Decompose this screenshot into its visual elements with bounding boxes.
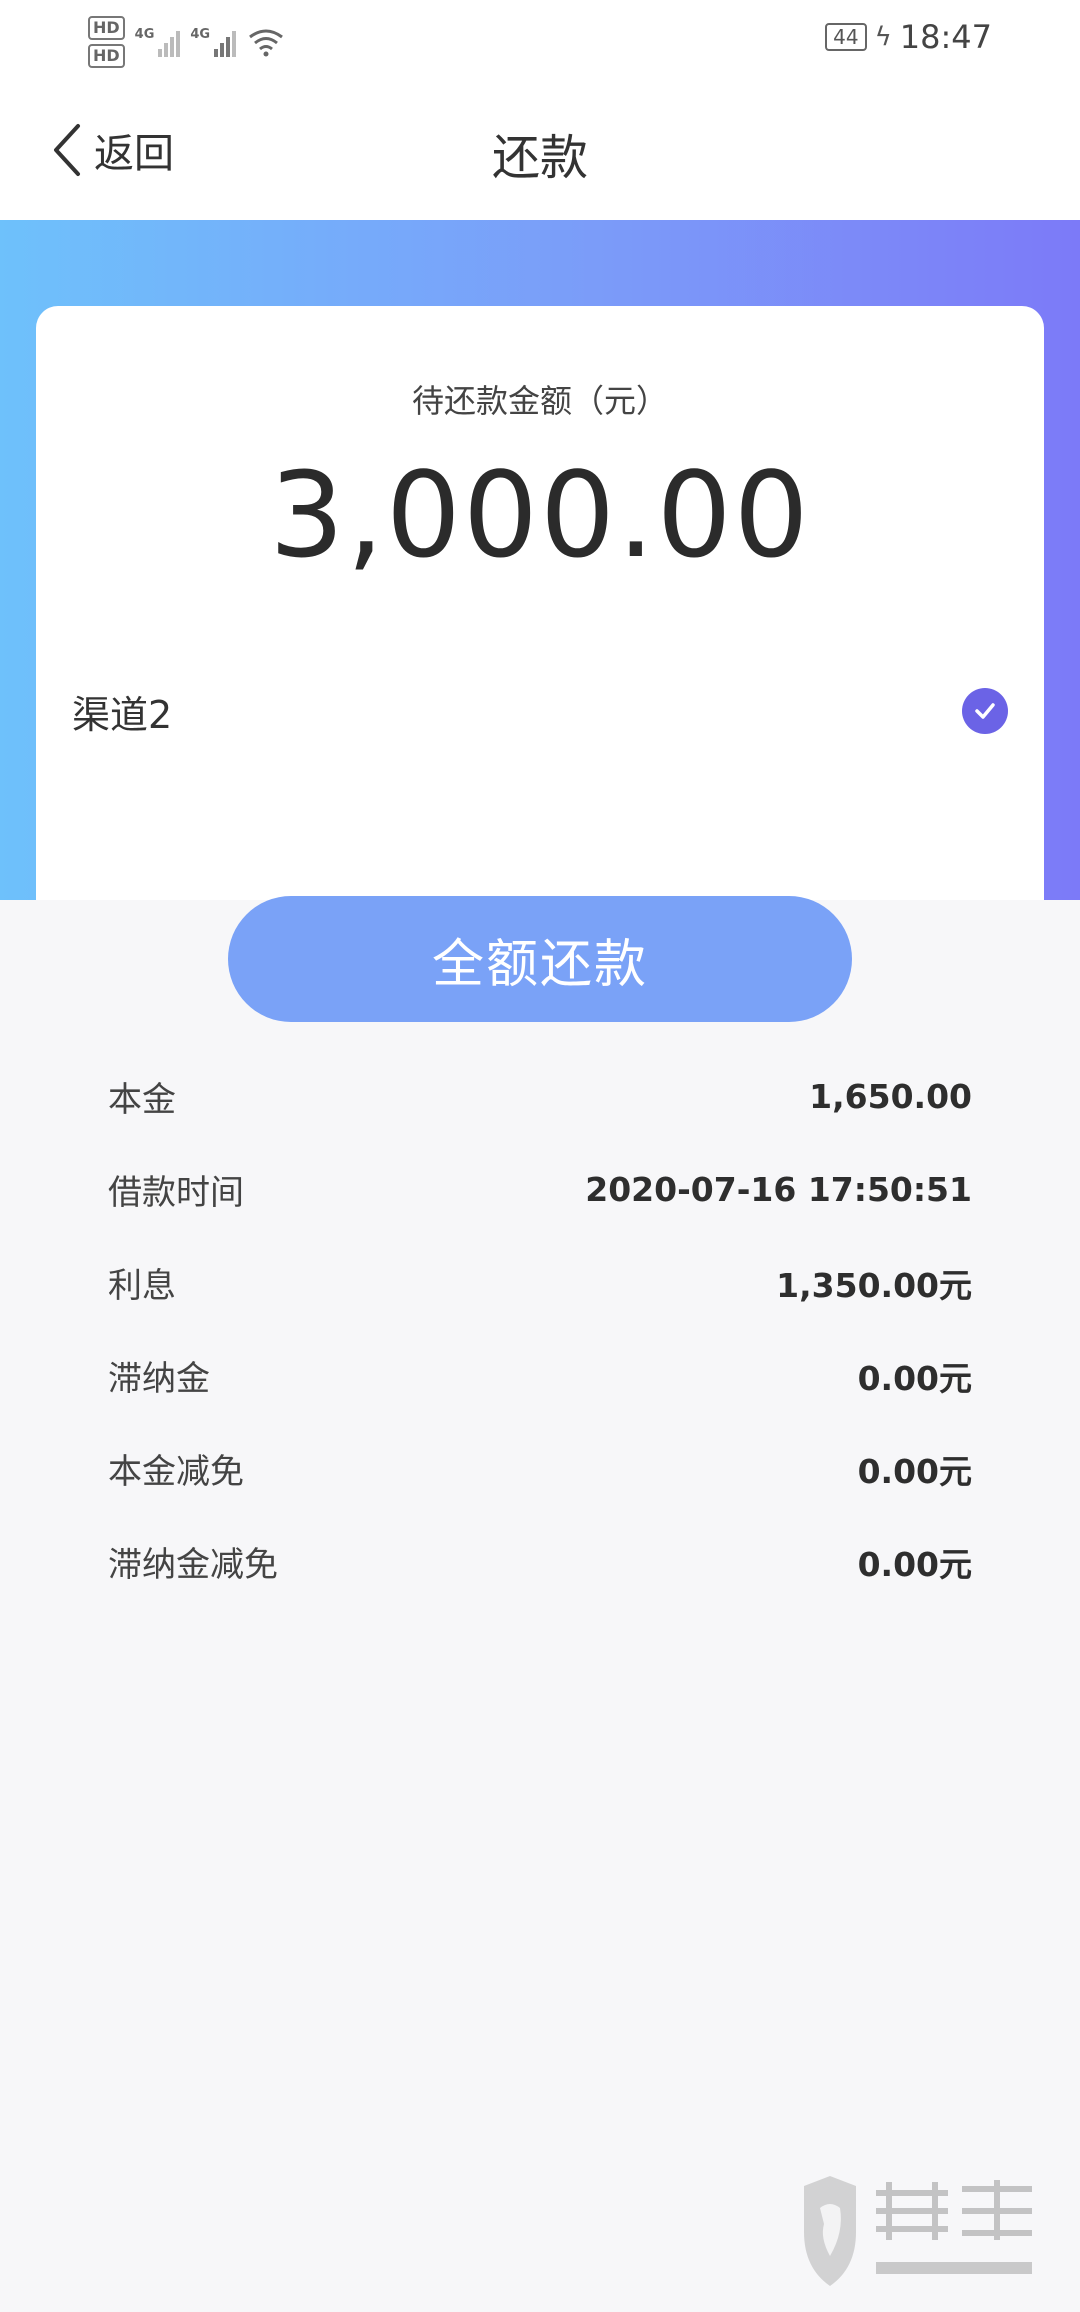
battery-icon: 44 xyxy=(825,23,867,51)
detail-value: 0.00元 xyxy=(857,1451,972,1491)
network-type-1: 4G xyxy=(134,27,155,42)
hd-badge-1: HD xyxy=(88,16,125,40)
amount-label: 待还款金额（元） xyxy=(411,382,668,420)
detail-row-principal: 本金 1,650.00 xyxy=(108,1050,972,1143)
check-icon[interactable] xyxy=(962,688,1008,734)
channel-option[interactable]: 渠道2 xyxy=(72,676,1008,746)
detail-label: 滞纳金减免 xyxy=(108,1545,278,1585)
detail-value: 0.00元 xyxy=(857,1358,972,1398)
black-cat-watermark-logo xyxy=(804,2176,1032,2286)
detail-label: 借款时间 xyxy=(108,1173,244,1213)
detail-label: 滞纳金 xyxy=(108,1359,210,1399)
detail-label: 利息 xyxy=(108,1266,176,1306)
amount-value: 3,000.00 xyxy=(269,446,811,584)
detail-row-principal-waiver: 本金减免 0.00元 xyxy=(108,1422,972,1515)
repayment-details: 本金 1,650.00 借款时间 2020-07-16 17:50:51 利息 … xyxy=(108,1050,972,1608)
charging-icon: ϟ xyxy=(874,22,892,52)
hd-badge-2: HD xyxy=(88,44,125,68)
nav-bar: 返回 还款 xyxy=(0,80,1080,220)
detail-row-loan-time: 借款时间 2020-07-16 17:50:51 xyxy=(108,1143,972,1236)
full-repayment-button[interactable]: 全额还款 xyxy=(228,896,852,1022)
detail-row-interest: 利息 1,350.00元 xyxy=(108,1236,972,1329)
page-title: 还款 xyxy=(491,130,588,186)
amount-card: 待还款金额（元） 3,000.00 渠道2 xyxy=(36,306,1044,900)
sim-indicators: HD HD xyxy=(88,16,125,68)
detail-value: 0.00元 xyxy=(857,1544,972,1584)
detail-label: 本金 xyxy=(108,1080,176,1120)
detail-value: 2020-07-16 17:50:51 xyxy=(585,1170,972,1209)
detail-row-late-fee: 滞纳金 0.00元 xyxy=(108,1329,972,1422)
signal-icon-1: 4G xyxy=(135,27,181,57)
status-bar: HD HD 4G 4G 44 ϟ 18:47 xyxy=(0,0,1080,80)
detail-value: 1,350.00元 xyxy=(776,1265,972,1305)
detail-label: 本金减免 xyxy=(108,1452,244,1492)
signal-icon-2: 4G xyxy=(190,27,237,57)
network-type-2: 4G xyxy=(190,27,211,42)
detail-value: 1,650.00 xyxy=(809,1077,972,1116)
detail-row-late-fee-waiver: 滞纳金减免 0.00元 xyxy=(108,1515,972,1608)
status-right: 44 ϟ 18:47 xyxy=(825,18,992,56)
wifi-icon xyxy=(249,29,284,57)
status-left: HD HD 4G 4G xyxy=(88,12,286,72)
status-time: 18:47 xyxy=(899,18,992,56)
channel-label: 渠道2 xyxy=(72,692,173,737)
